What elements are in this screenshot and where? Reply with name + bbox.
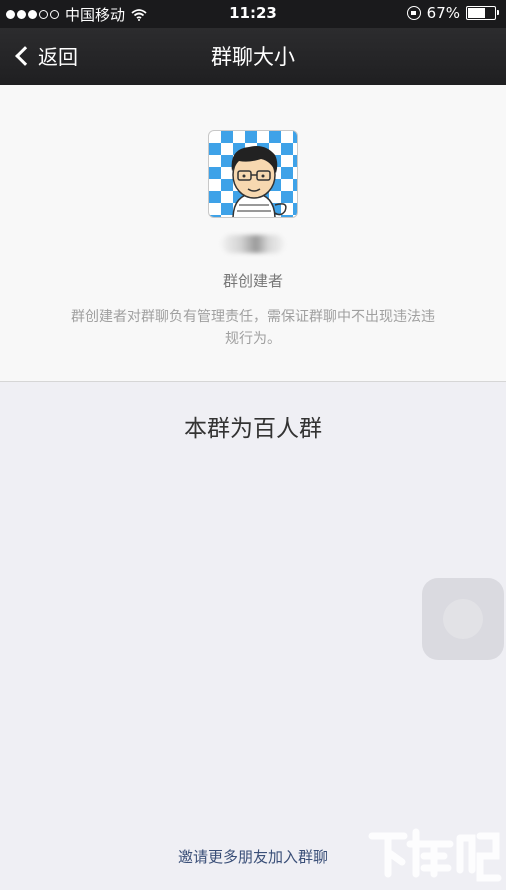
assistive-touch-icon (443, 599, 483, 639)
watermark-logo (368, 828, 502, 882)
assistive-touch-button[interactable] (422, 578, 504, 660)
owner-card: 群创建者 群创建者对群聊负有管理责任，需保证群聊中不出现违法违规行为。 (0, 85, 506, 382)
owner-name-blurred (222, 235, 284, 253)
navigation-bar: 返回 群聊大小 (0, 28, 506, 85)
status-right: 67% (406, 4, 499, 22)
owner-role-label: 群创建者 (222, 272, 283, 290)
group-size-label: 本群为百人群 (184, 416, 322, 442)
owner-description: 群创建者对群聊负有管理责任，需保证群聊中不出现违法违规行为。 (71, 309, 435, 347)
cartoon-face-icon (231, 146, 287, 217)
battery-percent: 67% (426, 4, 460, 22)
page-title: 群聊大小 (211, 45, 295, 69)
avatar[interactable] (208, 130, 298, 218)
rotation-lock-icon (406, 6, 421, 20)
battery-icon (466, 6, 499, 20)
status-bar: 中国移动 11:23 67% (0, 0, 506, 28)
battery-fill (468, 8, 485, 18)
